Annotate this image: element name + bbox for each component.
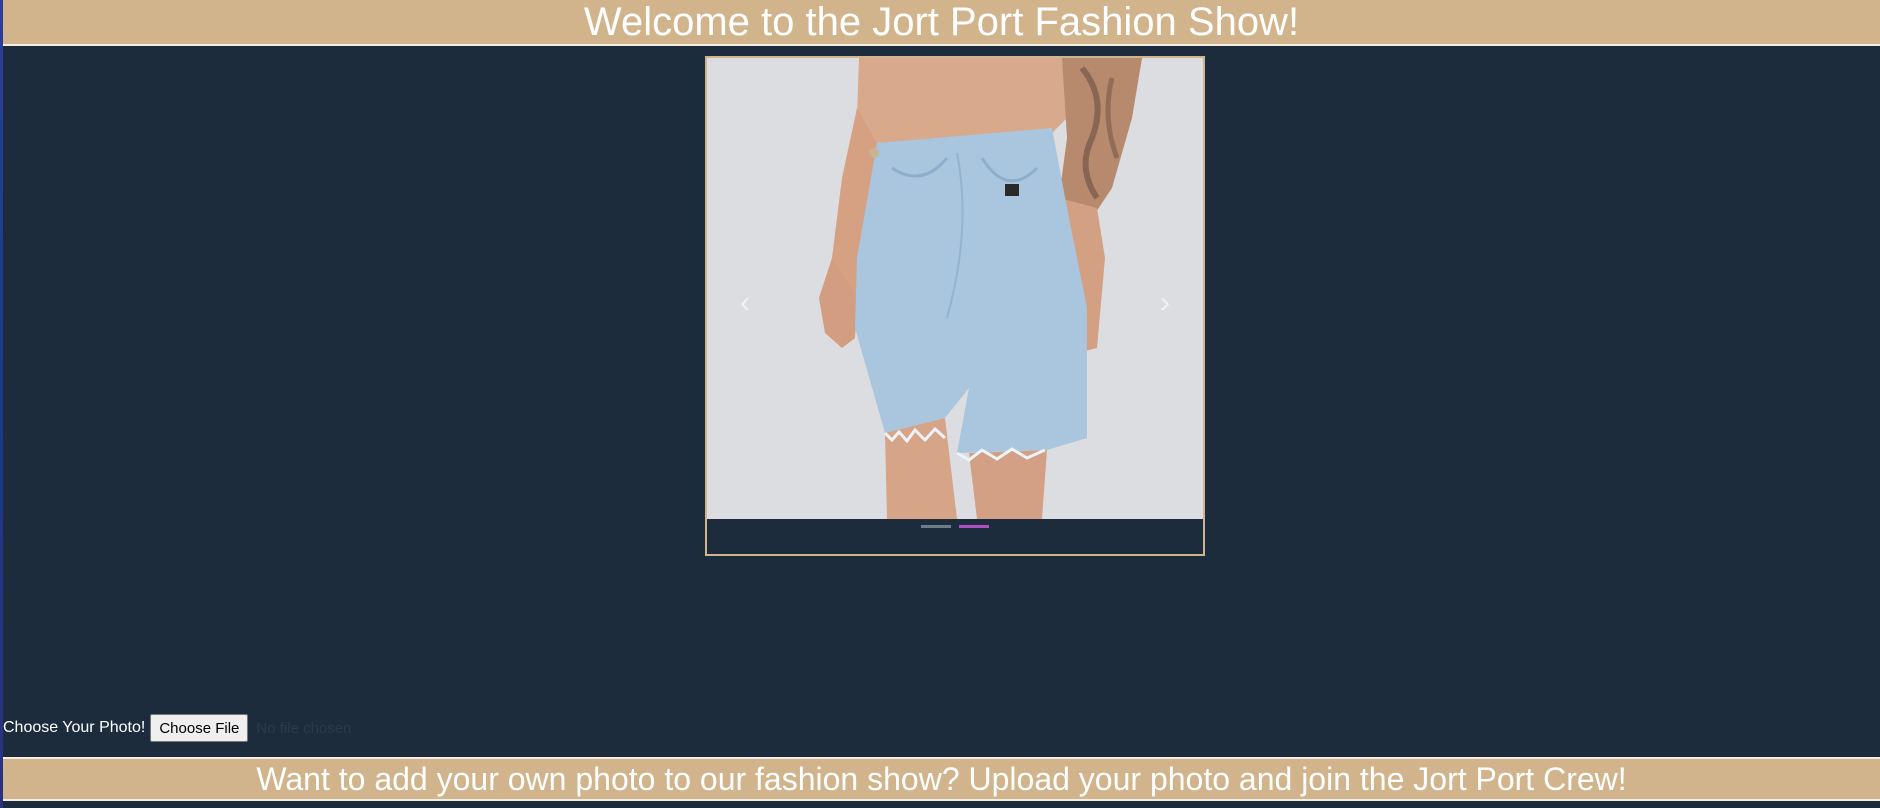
window-edge (0, 0, 3, 808)
jorts-photo (707, 58, 1203, 519)
footer-banner: Want to add your own photo to our fashio… (3, 757, 1880, 801)
header-banner: Welcome to the Jort Port Fashion Show! (3, 0, 1880, 46)
upload-row: Choose Your Photo! Choose File No file c… (3, 714, 351, 742)
carousel-indicator-1[interactable] (921, 525, 951, 528)
upload-label: Choose Your Photo! (3, 719, 146, 736)
chevron-right-icon: › (1160, 286, 1170, 319)
file-status-text: No file chosen (256, 719, 352, 737)
footer-text: Want to add your own photo to our fashio… (256, 761, 1627, 797)
page-title: Welcome to the Jort Port Fashion Show! (583, 0, 1300, 44)
carousel-indicators (707, 519, 1203, 554)
choose-file-button[interactable]: Choose File (150, 714, 249, 742)
chevron-left-icon: ‹ (740, 286, 750, 319)
photo-carousel: ‹ › (705, 56, 1205, 556)
carousel-slide-image (707, 58, 1203, 519)
carousel-prev-button[interactable]: ‹ (730, 288, 760, 318)
carousel-indicator-2[interactable] (959, 525, 989, 528)
carousel-next-button[interactable]: › (1150, 288, 1180, 318)
